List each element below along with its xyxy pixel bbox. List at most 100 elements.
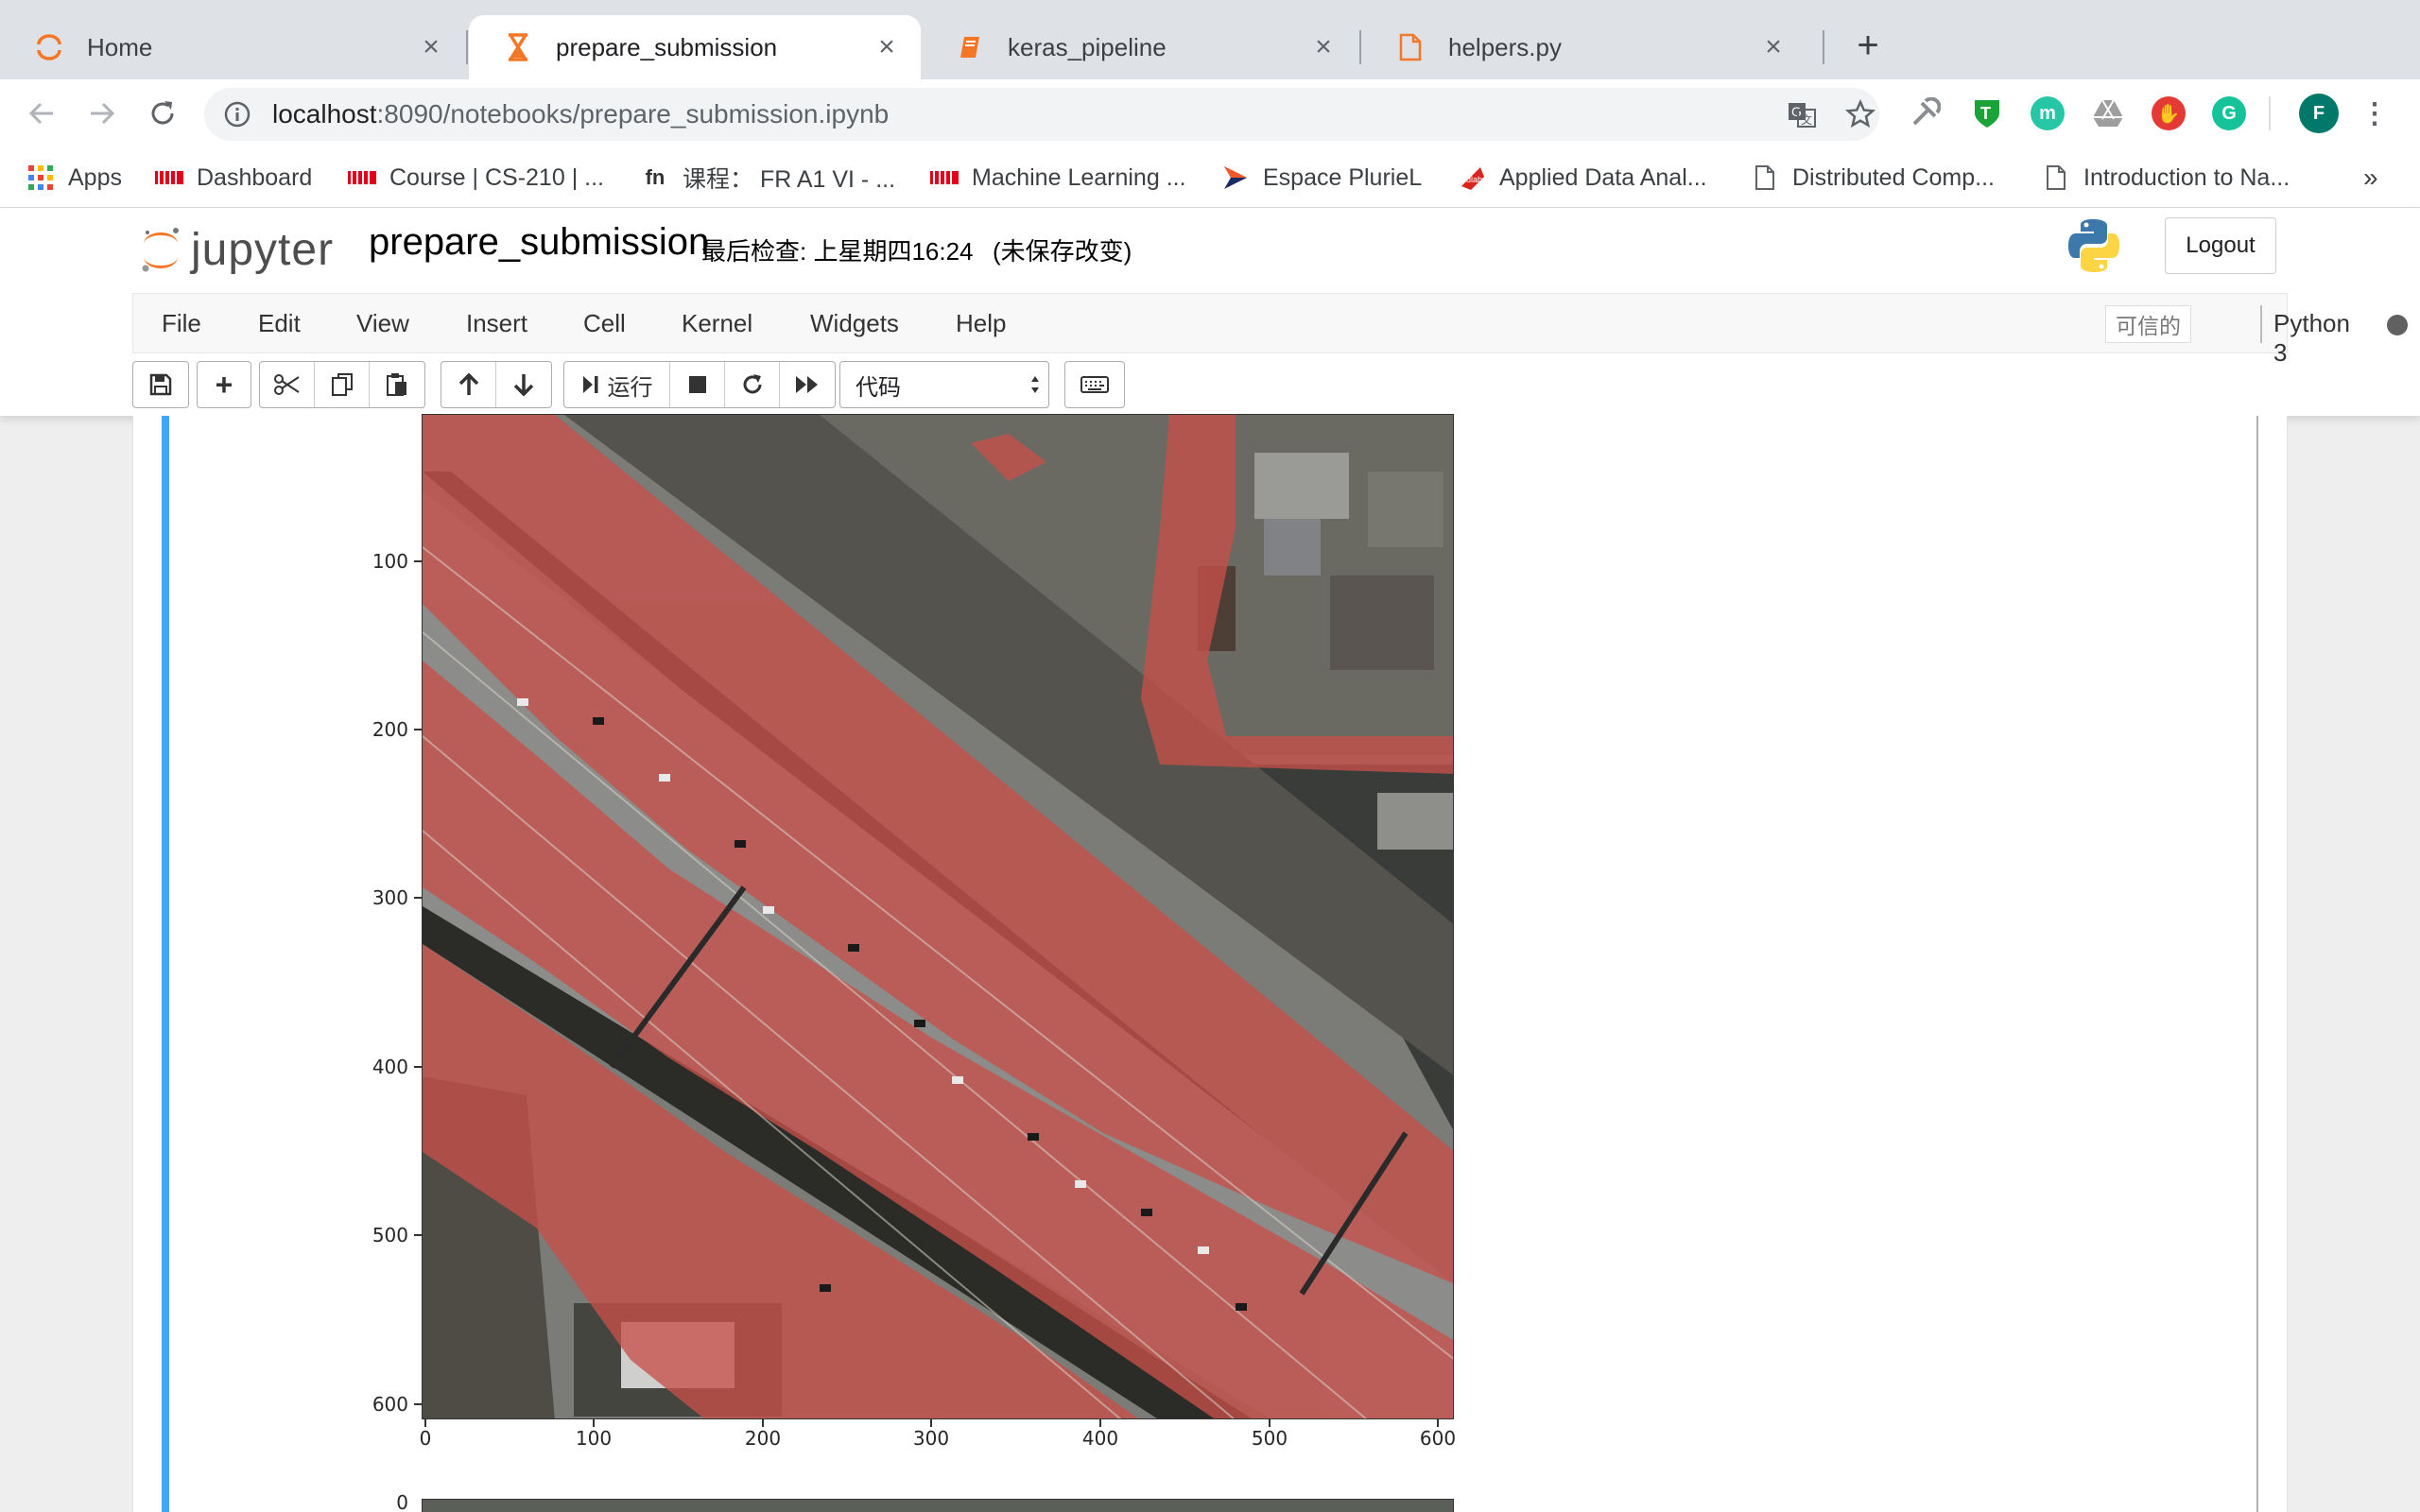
kernel-status-indicator	[2387, 315, 2408, 335]
bookmark-espace-pluriel[interactable]: Espace PlurieL	[1221, 161, 1422, 195]
insert-cell-button[interactable]: +	[198, 362, 251, 407]
menu-view[interactable]: View	[356, 309, 409, 338]
arrow-icon	[1221, 165, 1250, 190]
restart-icon	[743, 374, 761, 394]
x-tick-label: 600	[1419, 1427, 1457, 1450]
run-button[interactable]: 运行	[564, 362, 670, 407]
x-tick	[593, 1419, 595, 1427]
bookmark-course-cs210[interactable]: Course | CS-210 | ...	[348, 161, 604, 195]
fast-forward-icon	[796, 376, 818, 393]
clipboard-icon	[387, 373, 406, 396]
translate-icon[interactable]: G文	[1785, 97, 1819, 131]
bookmark-apps[interactable]: Apps	[26, 161, 122, 195]
y-tick	[414, 1234, 422, 1236]
restart-run-all-button[interactable]	[780, 362, 835, 407]
bookmark-star-icon[interactable]	[1843, 97, 1877, 131]
extension-m-icon[interactable]: m	[2031, 96, 2065, 130]
select-arrows-icon	[1031, 376, 1039, 393]
menu-edit[interactable]: Edit	[258, 309, 301, 338]
bookmark-label: Dashboard	[197, 163, 313, 191]
bookmark-dashboard[interactable]: Dashboard	[155, 161, 312, 195]
bookmark-distributed-computing[interactable]: Distributed Comp...	[1751, 161, 1995, 195]
tab-prepare-submission[interactable]: prepare_submission ×	[469, 15, 921, 79]
grammarly-icon[interactable]: G	[2212, 96, 2246, 130]
close-icon[interactable]: ×	[418, 31, 444, 62]
bookmark-label: Espace PlurieL	[1263, 163, 1423, 191]
kebab-menu-icon[interactable]: ⋮	[2358, 96, 2392, 130]
reload-button[interactable]	[142, 93, 183, 134]
bookmark-machine-learning[interactable]: Machine Learning ...	[930, 161, 1186, 195]
address-bar[interactable]: localhost:8090/notebooks/prepare_submiss…	[204, 88, 1879, 141]
reload-icon	[151, 101, 174, 125]
y-tick	[414, 1403, 422, 1405]
new-tab-button[interactable]: +	[1849, 26, 1887, 66]
bookmark-applied-data-analysis[interactable]: dlab Applied Data Anal...	[1458, 161, 1707, 195]
close-icon[interactable]: ×	[1310, 31, 1337, 62]
move-down-button[interactable]	[496, 362, 551, 407]
stop-hand-icon[interactable]: ✋	[2152, 96, 2186, 130]
extension-shield-icon[interactable]: T	[1970, 96, 2004, 130]
menu-help[interactable]: Help	[956, 309, 1006, 338]
plus-icon: +	[215, 367, 233, 402]
floppy-icon	[149, 373, 172, 396]
step-forward-icon	[582, 376, 597, 393]
bookmark-fun-course[interactable]: fn 课程： FR A1 VI - ...	[641, 161, 895, 195]
restart-button[interactable]	[725, 362, 780, 407]
info-icon[interactable]	[223, 100, 251, 129]
forward-button[interactable]	[81, 93, 123, 134]
cut-button[interactable]	[260, 362, 315, 407]
menu-cell[interactable]: Cell	[583, 309, 626, 338]
cell-type-select[interactable]: 代码	[839, 361, 1049, 408]
drive-icon[interactable]	[2091, 96, 2125, 130]
tab-home[interactable]: Home ×	[0, 15, 465, 79]
bookmark-intro-nlp[interactable]: Introduction to Na...	[2042, 161, 2290, 195]
menu-file[interactable]: File	[162, 309, 201, 338]
jupyter-logo-icon	[142, 228, 179, 272]
x-tick	[1269, 1419, 1270, 1427]
y-tick	[414, 897, 422, 899]
tab-title: keras_pipeline	[1008, 32, 1167, 61]
more-bookmarks-button[interactable]: »	[2363, 161, 2378, 195]
tab-helpers-py[interactable]: helpers.py ×	[1361, 15, 1807, 79]
page-icon	[1751, 165, 1779, 190]
x-tick-label: 0	[419, 1427, 432, 1450]
autosave-status: (未保存改变)	[993, 237, 1132, 266]
x-tick	[930, 1419, 932, 1427]
x-tick-label: 300	[912, 1427, 950, 1450]
notebook-title[interactable]: prepare_submission	[369, 221, 709, 264]
command-palette-button[interactable]	[1065, 362, 1124, 407]
x-tick-label: 100	[575, 1427, 613, 1450]
trusted-indicator[interactable]: 可信的	[2105, 305, 2191, 343]
arrow-down-icon	[513, 374, 534, 397]
menu-widgets[interactable]: Widgets	[810, 309, 899, 338]
browser-tab-strip: Home × prepare_submission × keras_pipeli…	[0, 0, 2420, 79]
keyboard-icon	[1080, 376, 1109, 393]
toolbar-separator	[2269, 96, 2271, 130]
back-button[interactable]	[21, 93, 62, 134]
interrupt-button[interactable]	[670, 362, 725, 407]
move-group	[441, 361, 552, 408]
menu-insert[interactable]: Insert	[466, 309, 527, 338]
paste-button[interactable]	[370, 362, 424, 407]
close-icon[interactable]: ×	[873, 31, 900, 62]
y-tick-label: 200	[372, 718, 408, 741]
jupyter-logo[interactable]: jupyter	[140, 221, 334, 278]
move-up-button[interactable]	[441, 362, 496, 407]
save-button[interactable]	[133, 362, 188, 407]
logout-button[interactable]: Logout	[2165, 217, 2276, 274]
arrow-right-icon	[91, 102, 115, 125]
extension-tools-icon[interactable]	[1908, 96, 1942, 130]
x-tick-label: 500	[1251, 1427, 1288, 1450]
x-tick	[1099, 1419, 1101, 1427]
epfl-icon	[930, 165, 959, 190]
menu-kernel[interactable]: Kernel	[682, 309, 752, 338]
copy-button[interactable]	[315, 362, 370, 407]
close-icon[interactable]: ×	[1760, 31, 1787, 62]
x-tick	[1437, 1419, 1439, 1427]
profile-avatar[interactable]: F	[2299, 94, 2339, 133]
cell-border	[2256, 416, 2258, 1512]
kernel-name[interactable]: Python 3	[2273, 309, 2350, 368]
tab-keras-pipeline[interactable]: keras_pipeline ×	[921, 15, 1357, 79]
jupyter-icon	[34, 32, 64, 62]
selected-cell-indicator[interactable]	[162, 416, 169, 1512]
